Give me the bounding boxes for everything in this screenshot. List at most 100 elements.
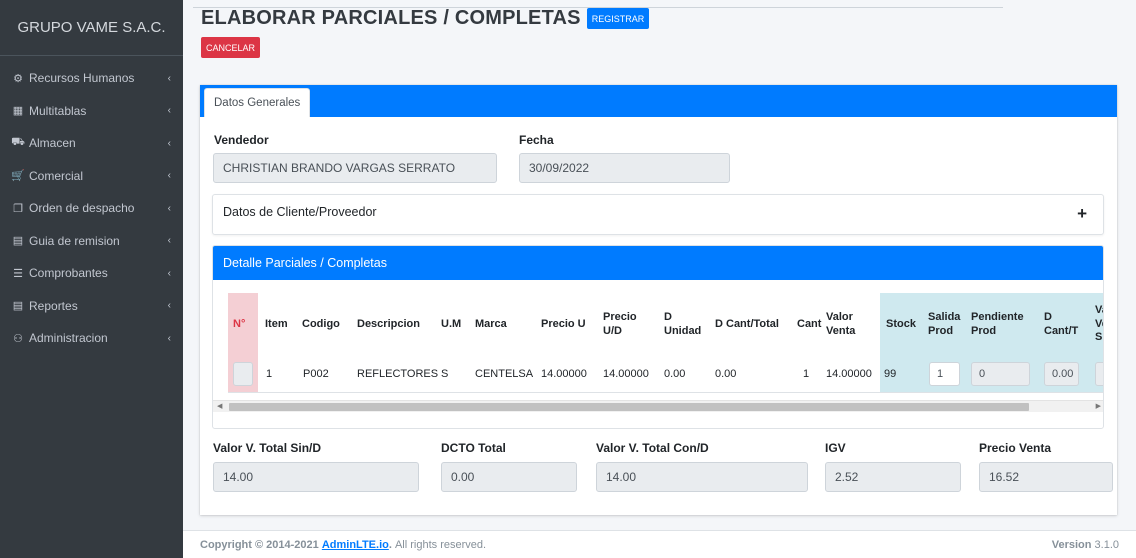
col-header-descripcion: Descripcion (357, 317, 420, 330)
list-icon: ☰ (13, 267, 23, 280)
col-header-precio-ud: Precio U/D (603, 310, 637, 337)
col-header-cant: Cant (797, 317, 822, 330)
col-header-codigo: Codigo (302, 317, 340, 330)
title-row: ELABORAR PARCIALES / COMPLETAS REGISTRAR (201, 7, 650, 30)
sidebar-item-recursos-humanos[interactable]: ⚙ Recursos Humanos ‹ (0, 62, 183, 95)
col-header-marca: Marca (475, 317, 507, 330)
chevron-left-icon: ‹ (167, 72, 171, 84)
col-header-valor-venta: Valor Venta (826, 310, 856, 337)
sidebar-item-label: Guia de remision (29, 233, 120, 248)
clipboard-icon: ▤ (12, 235, 24, 248)
sidebar-item-administracion[interactable]: ⚇ Administracion ‹ (0, 322, 183, 355)
fecha-field[interactable] (519, 153, 730, 183)
col-header-n: N° (233, 317, 246, 330)
chevron-left-icon: ‹ (167, 202, 171, 214)
chevron-left-icon: ‹ (167, 137, 171, 149)
cliente-proveedor-title: Datos de Cliente/Proveedor (223, 205, 377, 219)
pendiente-prod-input[interactable]: 0 (971, 362, 1030, 386)
sidebar-item-comprobantes[interactable]: ☰ Comprobantes ‹ (0, 257, 183, 290)
tab-datos-generales[interactable]: Datos Generales (204, 88, 311, 117)
version-info: Version 3.1.0 (1052, 539, 1119, 551)
sidebar-item-comercial[interactable]: 🛒 Comercial ‹ (0, 160, 183, 193)
col-header-um: U.M (441, 317, 462, 330)
dcto-total-field[interactable] (441, 462, 577, 492)
col-header-d-cant-total: D Cant/Total (715, 317, 779, 330)
users-cog-icon: ⚙ (13, 72, 23, 85)
col-header-pendiente-prod: Pendiente Prod (971, 310, 1024, 337)
valor-total-con-d-label: Valor V. Total Con/D (596, 441, 709, 455)
table-icon: ▦ (12, 105, 24, 118)
cell-um: S (441, 368, 449, 380)
row-number-input[interactable] (233, 362, 253, 386)
dcto-total-label: DCTO Total (441, 441, 506, 455)
chevron-left-icon: ‹ (167, 105, 171, 117)
row-divider (228, 392, 1103, 393)
col-header-item: Item (265, 317, 288, 330)
valor-total-sin-d-field[interactable] (213, 462, 419, 492)
version-number: 3.1.0 (1094, 538, 1119, 551)
d-cant-t-input[interactable]: 0.00 (1044, 362, 1079, 386)
version-label: Version (1051, 538, 1092, 551)
precio-venta-label: Precio Venta (979, 441, 1052, 455)
sidebar-item-label: Administracion (29, 331, 108, 346)
horizontal-scrollbar[interactable]: ◀ ▶ (213, 400, 1103, 413)
valor-venta-sin-d-input[interactable]: 14 (1095, 362, 1103, 386)
card-tabs: Datos Generales (200, 85, 1117, 117)
copyright-text: Copyright © 2014-2021 (200, 538, 319, 551)
rights-text: All rights reserved. (394, 538, 487, 551)
col-header-d-cant-t: D Cant/T (1044, 310, 1079, 337)
sidebar-item-label: Recursos Humanos (29, 71, 135, 86)
col-header-precio-u: Precio U (541, 317, 586, 330)
chevron-left-icon: ‹ (167, 235, 171, 247)
chevron-left-icon: ‹ (167, 267, 171, 279)
file-icon: ▤ (12, 300, 24, 313)
precio-venta-field[interactable] (979, 462, 1113, 492)
page-title: ELABORAR PARCIALES / COMPLETAS (201, 7, 581, 29)
cell-precio-u: 14.00000 (541, 368, 587, 380)
detalle-table: N° Item Codigo Descripcion U.M Marca Pre… (213, 280, 1103, 428)
brand-name[interactable]: GRUPO VAME S.A.C. (0, 0, 183, 56)
cell-d-cant-total: 0.00 (715, 368, 737, 380)
sidebar-item-label: Reportes (29, 298, 78, 313)
sidebar-item-reportes[interactable]: ▤ Reportes ‹ (0, 290, 183, 323)
cell-marca: CENTELSA (475, 368, 534, 380)
sidebar-item-orden-de-despacho[interactable]: ❐ Orden de despacho ‹ (0, 192, 183, 225)
sidebar-item-label: Comprobantes (29, 266, 108, 281)
adminlte-link[interactable]: AdminLTE.io (322, 539, 389, 551)
truck-icon: ⛟ (11, 136, 25, 149)
footer: Copyright © 2014-2021 AdminLTE.io. All r… (183, 530, 1136, 558)
cell-d-unidad: 0.00 (664, 368, 686, 380)
igv-label: IGV (825, 441, 846, 455)
plus-icon[interactable]: + (1077, 204, 1087, 224)
register-button[interactable]: REGISTRAR (586, 8, 650, 29)
sidebar: GRUPO VAME S.A.C. ⚙ Recursos Humanos ‹ ▦… (0, 0, 183, 558)
sidebar-item-multitablas[interactable]: ▦ Multitablas ‹ (0, 95, 183, 128)
valor-total-con-d-field[interactable] (596, 462, 808, 492)
form-card: Datos Generales Vendedor Fecha Datos de … (200, 85, 1117, 515)
cancel-button[interactable]: CANCELAR (201, 37, 261, 58)
scroll-left-icon[interactable]: ◀ (217, 401, 222, 413)
cell-precio-ud: 14.00000 (603, 368, 649, 380)
col-header-d-unidad: D Unidad (664, 310, 702, 337)
vendedor-field[interactable] (213, 153, 497, 183)
col-header-stock: Stock (886, 317, 916, 330)
salida-prod-input[interactable]: 1 (929, 362, 960, 386)
scroll-thumb[interactable] (229, 403, 1029, 411)
sidebar-item-label: Orden de despacho (29, 201, 135, 216)
fecha-label: Fecha (519, 133, 554, 147)
chevron-left-icon: ‹ (167, 170, 171, 182)
sidebar-nav: ⚙ Recursos Humanos ‹ ▦ Multitablas ‹ ⛟ A… (0, 56, 183, 355)
col-header-valor-venta-sin-d: Valor Venta Sin/D (1095, 303, 1103, 344)
copy-icon: ❐ (13, 202, 23, 215)
sidebar-item-almacen[interactable]: ⛟ Almacen ‹ (0, 127, 183, 160)
cart-icon: 🛒 (11, 170, 25, 183)
sidebar-item-label: Almacen (29, 136, 76, 151)
scroll-right-icon[interactable]: ▶ (1096, 401, 1101, 413)
igv-field[interactable] (825, 462, 961, 492)
cell-item: 1 (266, 368, 273, 380)
main-content: ELABORAR PARCIALES / COMPLETAS REGISTRAR… (183, 0, 1136, 558)
cliente-proveedor-section[interactable]: Datos de Cliente/Proveedor + (212, 194, 1104, 235)
cell-descripcion: REFLECTORES (357, 368, 439, 380)
sidebar-item-guia-de-remision[interactable]: ▤ Guia de remision ‹ (0, 225, 183, 258)
cell-cant: 1 (803, 368, 810, 380)
